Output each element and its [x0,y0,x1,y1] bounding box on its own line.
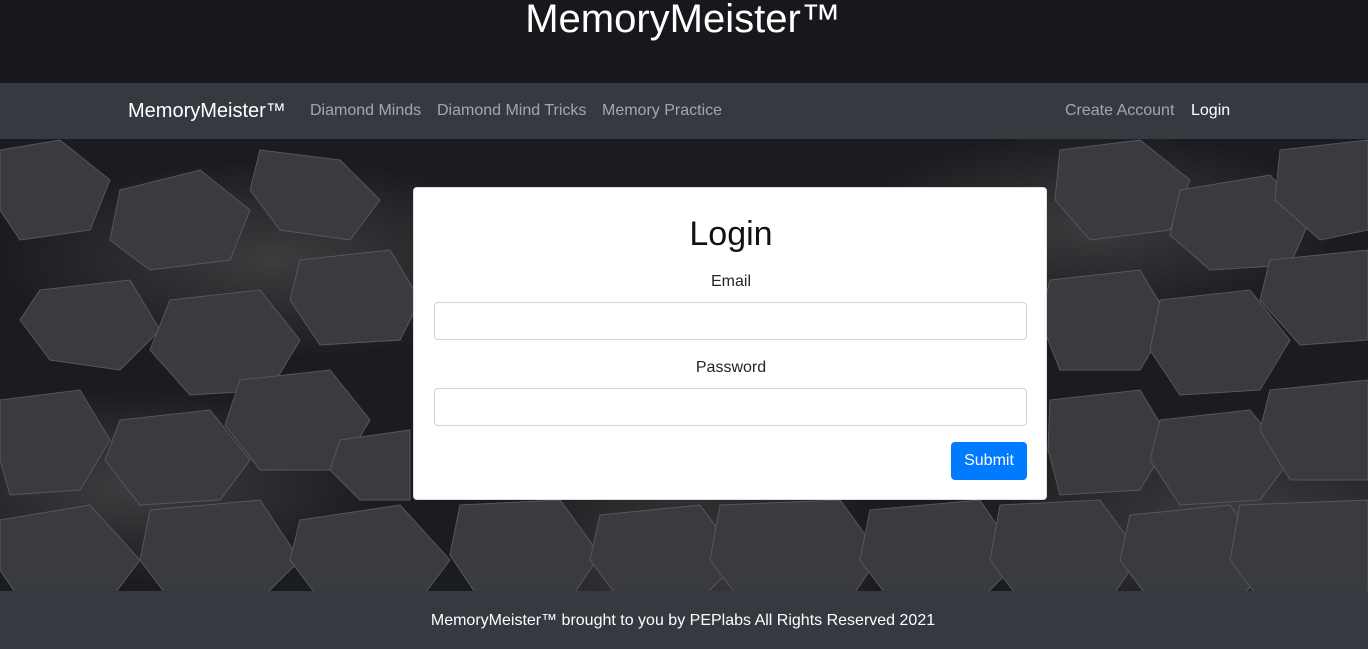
nav-link-login[interactable]: Login [1191,101,1230,121]
login-card: Login Email Password Submit [413,187,1047,500]
nav-link-memory-practice[interactable]: Memory Practice [602,101,722,121]
site-title: MemoryMeister™ [525,0,841,41]
password-label: Password [695,359,767,376]
nav-link-diamond-mind-tricks[interactable]: Diamond Mind Tricks [437,101,586,121]
email-label: Email [710,273,751,290]
login-title: Login [689,215,773,253]
email-input[interactable] [434,302,1027,340]
navbar: MemoryMeister™ Diamond Minds Diamond Min… [0,83,1368,139]
nav-link-create-account[interactable]: Create Account [1065,101,1174,121]
submit-button[interactable]: Submit [951,442,1027,480]
footer-text: MemoryMeister™ brought to you by PEPlabs… [430,612,936,629]
top-header: MemoryMeister™ [0,0,1368,83]
navbar-brand[interactable]: MemoryMeister™ [128,99,286,123]
footer: MemoryMeister™ brought to you by PEPlabs… [0,591,1368,649]
nav-link-diamond-minds[interactable]: Diamond Minds [310,101,421,121]
password-input[interactable] [434,388,1027,426]
